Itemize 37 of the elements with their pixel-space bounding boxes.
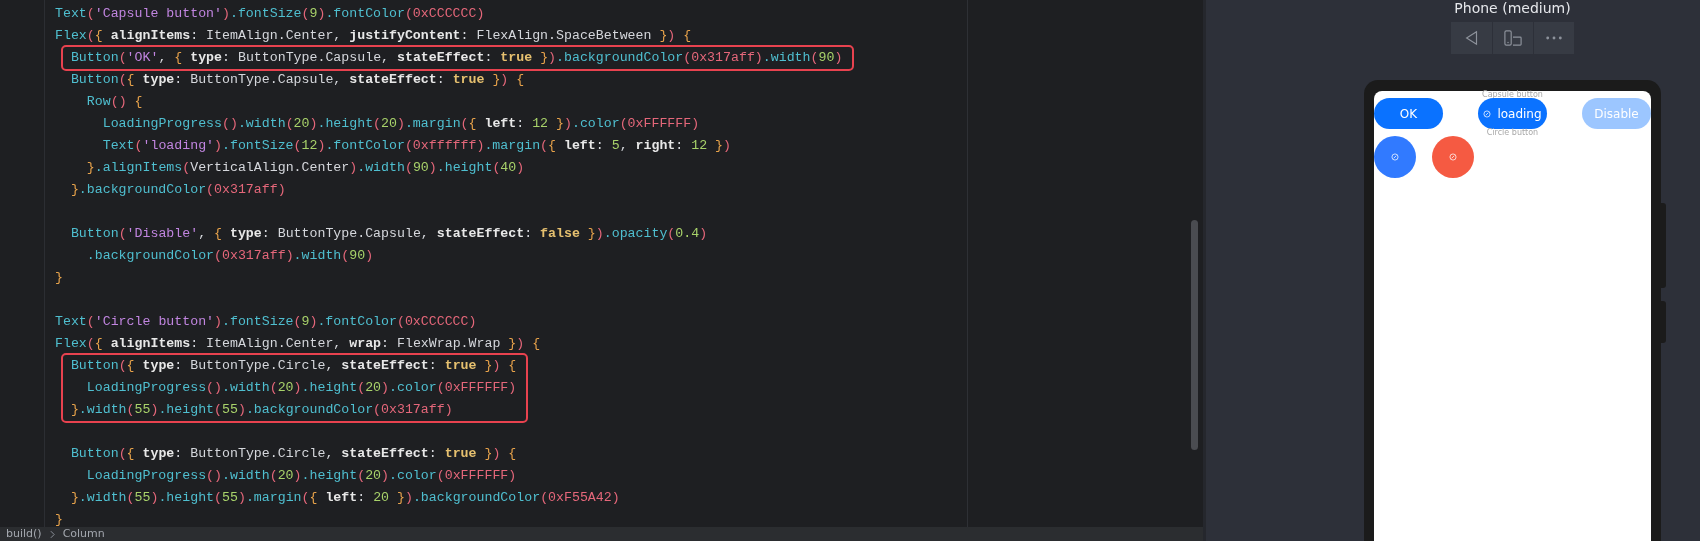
code-line: }.width(55).height(55).backgroundColor(0x317aff): [69, 402, 453, 417]
chevron-icon: [49, 529, 55, 539]
device-title: Phone (medium): [1454, 0, 1571, 17]
code-line: .backgroundColor(0x317aff).width(90): [85, 248, 374, 263]
code-line: }: [55, 512, 63, 527]
code-line: Text('loading').fontSize(12).fontColor(0xffffff).margin({ left: 5, right: 12 }): [101, 138, 731, 153]
circle-button[interactable]: [1432, 136, 1474, 178]
code-line: Button('OK', { type: ButtonType.Capsule, stateEffect: true }).backgroundColor(0x317aff).width(90): [69, 50, 843, 65]
code-line: Button({ type: ButtonType.Circle, stateEffect: true }) {: [69, 358, 517, 373]
code-line: Flex({ alignItems: ItemAlign.Center, wrap: FlexWrap.Wrap }) {: [55, 336, 541, 351]
code-line: Row() {: [85, 94, 143, 109]
circle-button[interactable]: [1374, 136, 1416, 178]
code-line: }.backgroundColor(0x317aff): [69, 182, 286, 197]
code-line: }.alignItems(VerticalAlign.Center).width(90).height(40): [85, 160, 525, 175]
section-label: Circle button: [1486, 128, 1539, 137]
breadcrumb-item[interactable]: build(): [6, 527, 42, 541]
code-line: LoadingProgress().width(20).height(20).color(0xFFFFFF): [85, 468, 517, 483]
code-line: Text('Circle button').fontSize(9).fontColor(0xCCCCCC): [55, 314, 477, 329]
rotate-icon: [1503, 29, 1523, 47]
code-line: }: [55, 270, 63, 285]
code-line: }.width(55).height(55).margin({ left: 20 }).backgroundColor(0xF55A42): [69, 490, 620, 505]
code-line: Flex({ alignItems: ItemAlign.Center, justifyContent: FlexAlign.SpaceBetween }) {: [55, 28, 692, 43]
code-line: Button('Disable', { type: ButtonType.Capsule, stateEffect: false }).opacity(0.4): [69, 226, 708, 241]
spinner-icon: [1391, 153, 1399, 161]
breadcrumb-item[interactable]: Column: [62, 527, 105, 541]
section-label: Capsule button: [1482, 90, 1543, 99]
more-icon: [1545, 35, 1563, 41]
spinner-icon: [1449, 153, 1457, 161]
loading-button[interactable]: loading: [1478, 98, 1547, 129]
code-line: Button({ type: ButtonType.Capsule, stateEffect: true }) {: [69, 72, 525, 87]
scrollbar-thumb[interactable]: [1191, 220, 1198, 450]
code-line: LoadingProgress().width(20).height(20).color(0xFFFFFF): [85, 380, 517, 395]
code-line: Text('Capsule button').fontSize(9).fontColor(0xCCCCCC): [55, 6, 485, 21]
capsule-button[interactable]: OK: [1374, 98, 1443, 129]
code-line: Button({ type: ButtonType.Circle, stateEffect: true }) {: [69, 446, 517, 461]
spinner-icon: [1483, 109, 1492, 118]
code-line: LoadingProgress().width(20).height(20).margin({ left: 12 }).color(0xFFFFFF): [101, 116, 700, 131]
